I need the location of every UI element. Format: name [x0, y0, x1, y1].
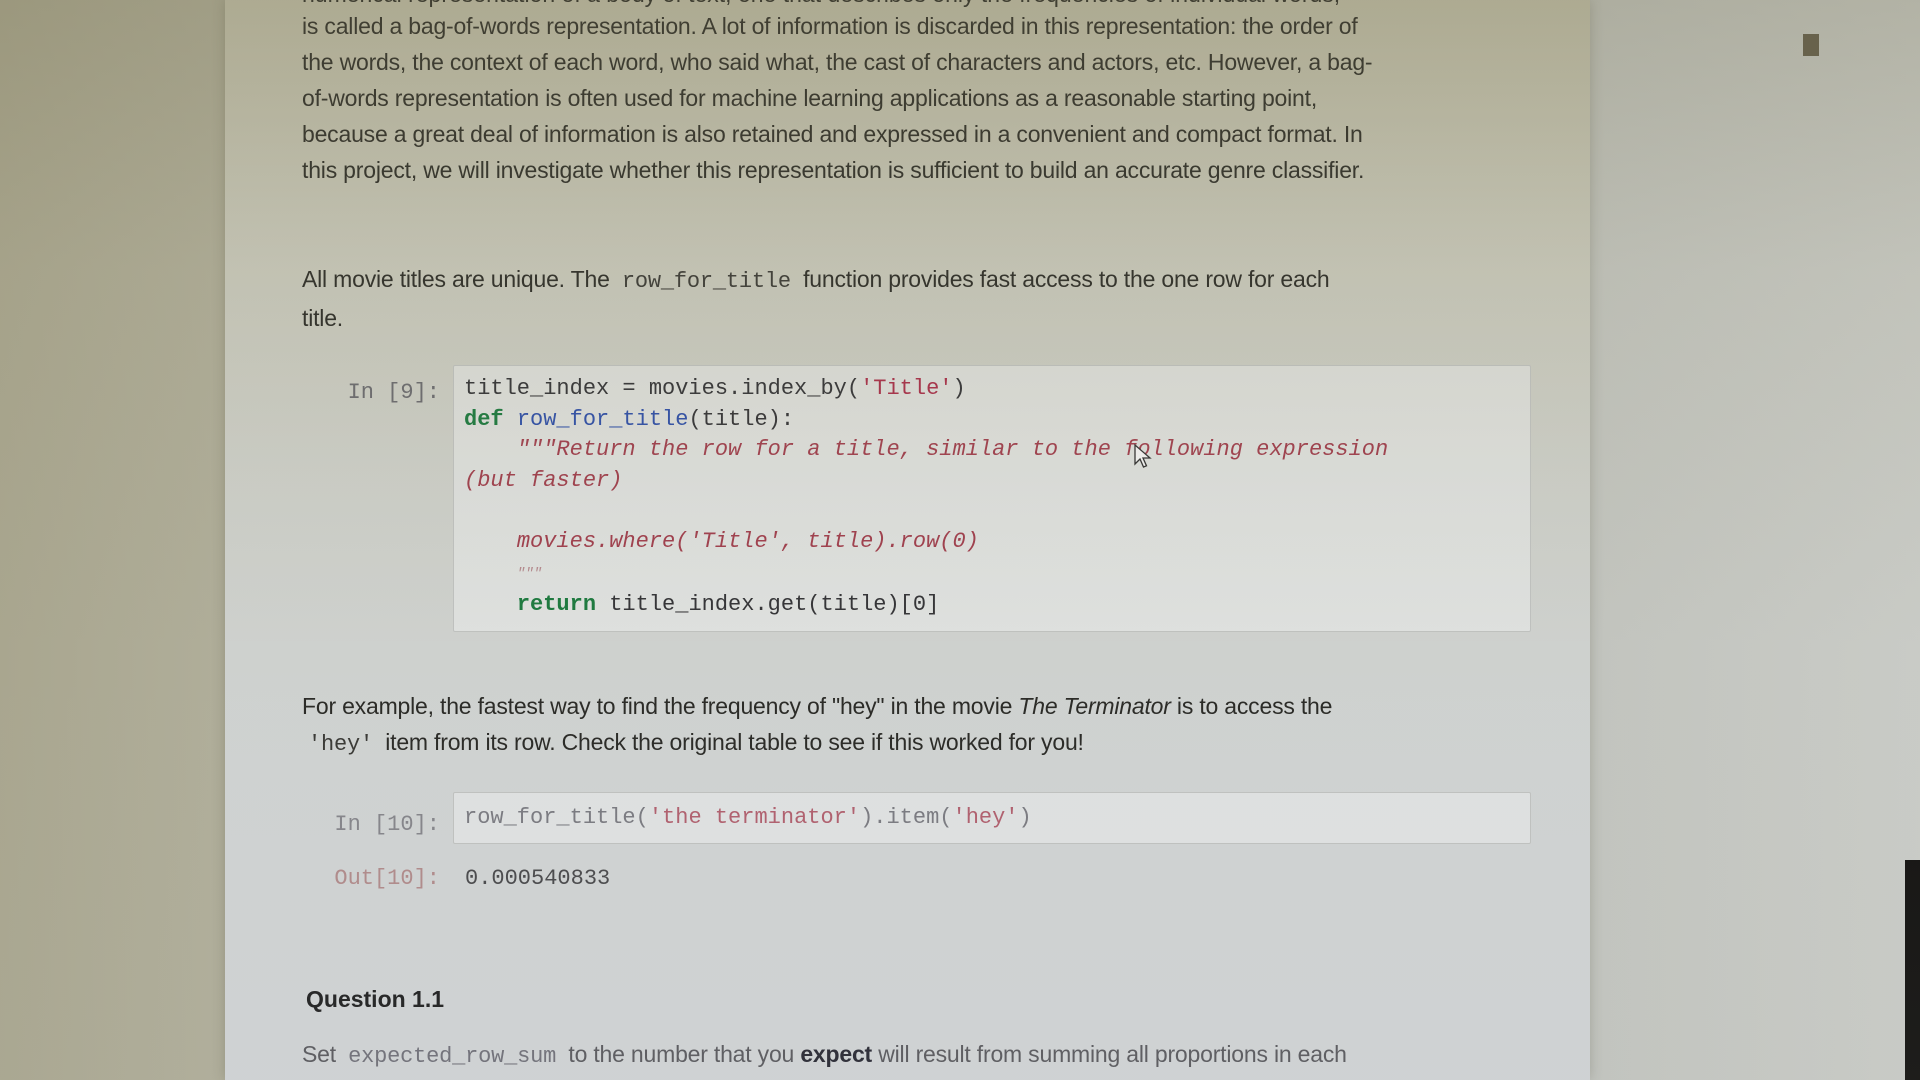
bold-text: expect	[800, 1041, 873, 1067]
code-editor[interactable]: row_for_title('the terminator').item('he…	[454, 793, 1530, 842]
question-heading: Question 1.1	[306, 986, 445, 1012]
text: to the number that you	[568, 1041, 795, 1067]
code-cell-10[interactable]: row_for_title('the terminator').item('he…	[453, 792, 1531, 844]
code-token: (title):	[688, 406, 795, 432]
code-docstring: movies.where('Title', title).row(0)	[516, 528, 979, 554]
text: function provides fast access to the one…	[803, 266, 1330, 292]
code-token: )	[952, 376, 966, 401]
cell-10-output-prompt: Out[10]:	[334, 866, 440, 891]
code-token: row_for_title(	[464, 805, 649, 830]
inline-code: row_for_title	[621, 269, 791, 294]
code-token: )	[1018, 805, 1032, 830]
code-docstring: """	[516, 566, 543, 582]
code-keyword: return	[516, 591, 597, 617]
code-string: 'the terminator'	[648, 805, 861, 830]
code-cell-9[interactable]: title_index = movies.index_by('Title') d…	[453, 365, 1531, 632]
unique-titles-paragraph: All movie titles are unique. The row_for…	[302, 261, 1522, 336]
monitor-bezel-edge	[1905, 860, 1920, 1080]
code-token: ).item(	[860, 805, 953, 830]
movie-title: The Terminator	[1018, 693, 1171, 719]
text: will result from summing all proportions…	[878, 1041, 1347, 1067]
text: title.	[302, 305, 343, 331]
text-line: of-words representation is often used fo…	[302, 85, 1318, 111]
code-docstring: """Return the row for a title, similar t…	[516, 437, 1389, 462]
example-paragraph: For example, the fastest way to find the…	[302, 688, 1522, 763]
code-editor[interactable]: title_index = movies.index_by('Title') d…	[454, 366, 1530, 628]
mouse-cursor-icon	[1134, 444, 1152, 468]
text: is to access the	[1176, 693, 1333, 719]
inline-code: expected_row_sum	[348, 1044, 557, 1069]
text: All movie titles are unique. The	[302, 266, 610, 292]
text-line: is called a bag-of-words representation.…	[302, 13, 1358, 39]
scrollbar-thumb[interactable]	[1803, 34, 1819, 56]
text: For example, the fastest way to find the…	[302, 693, 1013, 719]
text-line: the words, the context of each word, who…	[302, 49, 1373, 75]
cell-10-output: 0.000540833	[465, 866, 611, 891]
cell-9-prompt: In [9]:	[347, 380, 440, 405]
code-string: 'Title'	[860, 376, 953, 401]
inline-code: 'hey'	[308, 732, 374, 757]
text-line: because a great deal of information is a…	[302, 121, 1363, 147]
code-string: 'hey'	[952, 805, 1019, 830]
intro-paragraph: is called a bag-of-words representation.…	[302, 8, 1522, 188]
text-line: this project, we will investigate whethe…	[302, 157, 1365, 183]
code-token: title_index.get(title)[0]	[609, 591, 940, 617]
text: Set	[302, 1041, 336, 1067]
question-paragraph: Set expected_row_sum to the number that …	[302, 1036, 1522, 1075]
code-function-name: row_for_title	[516, 406, 689, 432]
text: item from its row. Check the original ta…	[385, 729, 1084, 755]
cell-10-prompt: In [10]:	[334, 812, 440, 837]
code-keyword: def	[464, 406, 504, 432]
code-token: title_index = movies.index_by(	[464, 376, 861, 401]
code-docstring: (but faster)	[464, 467, 623, 493]
